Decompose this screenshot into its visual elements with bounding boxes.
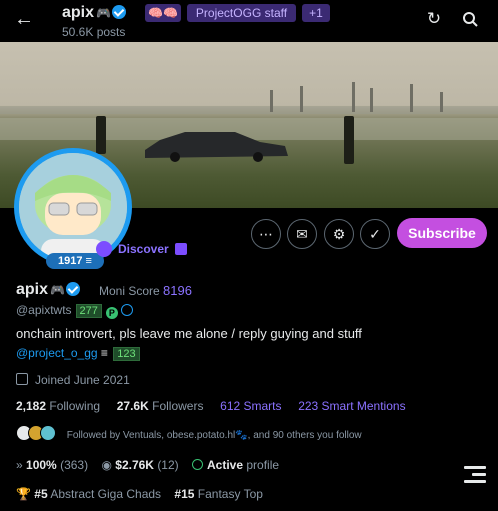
following-label: Following [49,399,101,413]
header-name: apix 🎮 [62,4,126,22]
discover-eye-icon [96,241,112,257]
message-button[interactable]: ✉ [287,219,317,249]
money-icon: ◉ [101,458,112,472]
follower-avatar [40,425,56,441]
discover-label: Discover [118,242,169,256]
joined-date: Joined June 2021 [16,373,130,387]
followers-count: 27.6K [116,399,149,413]
metrics-row: » 100% (363) ◉ $2.76K (12) Active profil… [16,458,279,472]
banner-horizon [0,106,498,114]
followers-link[interactable]: 27.6K Followers [117,399,204,413]
menu-bar [464,480,486,483]
money-count: (12) [157,458,179,472]
banner-stack [410,84,413,112]
gamepad-icon: 🎮 [96,6,111,20]
calendar-icon [16,373,28,385]
moni-label: Moni Score [99,284,160,298]
followed-by-text: Followed by Ventuals, obese.potato.hl🐾, … [66,430,362,441]
profile-name-text: apix [16,281,49,298]
ranks-row: 🏆 #5 Abstract Giga Chads #15 Fantasy Top [16,487,263,501]
trophy-icon: 🏆 [16,487,31,501]
menu-bar [472,473,486,476]
joined-text: Joined June 2021 [35,373,130,387]
rank2-label[interactable]: Fantasy Top [198,487,263,501]
rank1-number: #5 [34,487,48,501]
moni-value: 8196 [163,283,192,298]
profile-name: apix 🎮 [16,281,80,299]
following-count: 2,182 [16,399,47,413]
bio-link-icon: ≡ [100,346,108,360]
smile-icon[interactable] [120,304,133,316]
top-bar: ← apix 🎮 50.6K posts 🧠🧠 ProjectOGG staff … [0,0,498,42]
handle-row: @apixtwts 277 P [16,303,133,319]
notifications-button[interactable]: ⚙ [324,219,354,249]
active-label: Active [207,458,244,472]
percent-icon: » [16,458,23,472]
banner-stack [352,82,355,112]
percent-value: 100% [26,458,57,472]
projectogg-staff-tag[interactable]: ProjectOGG staff [187,4,296,22]
menu-icon[interactable] [464,466,486,488]
header-name-text: apix [62,4,95,21]
active-suffix: profile [246,458,280,472]
percent-count: (363) [60,458,89,472]
score-badge-value: 1917 [58,255,83,267]
banner-car [145,132,288,162]
more-options-button[interactable]: ⋯ [251,219,281,249]
gamepad-icon: 🎮 [50,283,65,297]
money-value: $2.76K [115,458,154,472]
bio-text: onchain introvert, pls leave me alone / … [16,326,362,341]
moni-score[interactable]: Moni Score 8196 [99,283,192,298]
banner-person-right [344,116,354,164]
smarts-link[interactable]: 612 Smarts [220,399,281,413]
banner-stack [370,88,373,112]
menu-bar [464,466,486,469]
followers-label: Followers [152,399,204,413]
banner-stack [440,92,443,112]
posts-count: 50.6K posts [62,25,126,39]
handle: @apixtwts [16,303,72,317]
more-tags[interactable]: +1 [302,4,330,22]
discover-link[interactable]: Discover [96,240,187,258]
smart-mentions-link[interactable]: 223 Smart Mentions [298,399,405,413]
refresh-icon[interactable]: ↻ [424,9,444,29]
banner-person-left [96,116,106,154]
verified-icon [65,282,80,296]
verified-icon [111,5,126,19]
active-check-icon [192,459,203,470]
banner-stack [270,90,273,112]
back-arrow-icon[interactable]: ← [14,9,34,29]
rank2-number: #15 [174,487,195,501]
bio-link[interactable]: @project_o_gg [16,346,98,360]
subscribe-button[interactable]: Subscribe [397,218,487,248]
banner-stack [300,86,303,112]
bio-link-row: @project_o_gg ≡ 123 [16,346,140,361]
p-badge-icon[interactable]: P [105,307,118,319]
search-icon[interactable] [460,9,480,29]
following-link[interactable]: 2,182 Following [16,399,100,413]
external-link-icon [174,243,187,255]
brain-tag[interactable]: 🧠🧠 [145,4,181,22]
followed-by-row[interactable]: Followed by Ventuals, obese.potato.hl🐾, … [16,425,362,441]
rank1-label[interactable]: Abstract Giga Chads [50,487,161,501]
stats-row: 2,182 Following 27.6K Followers 612 Smar… [16,399,406,413]
bio-link-count-badge[interactable]: 123 [113,347,140,361]
handle-count-badge[interactable]: 277 [75,304,102,318]
following-button[interactable]: ✓ [360,219,390,249]
